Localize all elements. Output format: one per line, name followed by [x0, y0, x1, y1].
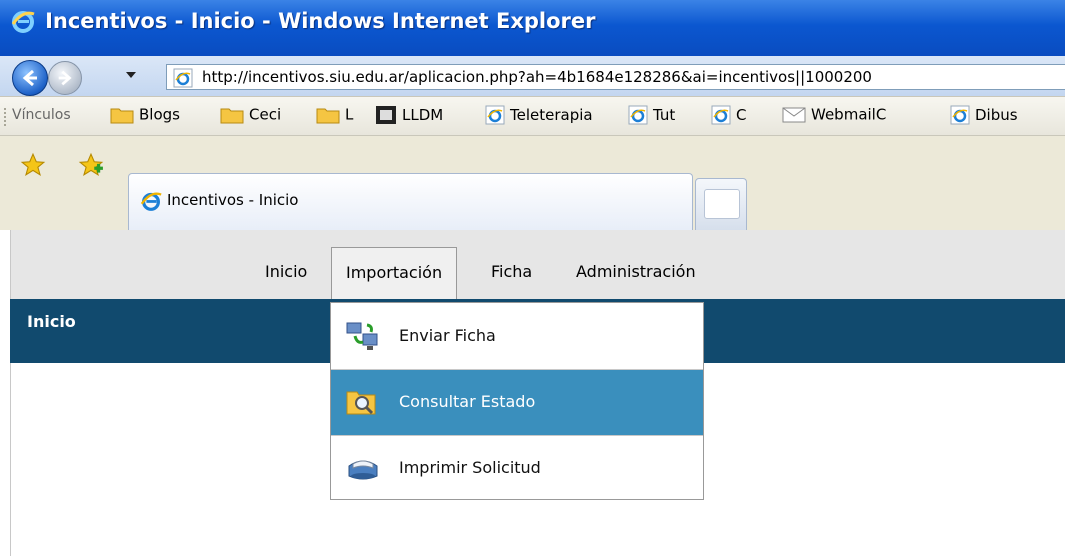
link-dibus[interactable]: Dibus	[950, 105, 1018, 127]
ie-page-icon	[628, 105, 648, 125]
link-tut[interactable]: Tut	[628, 105, 675, 127]
menu-inicio[interactable]: Inicio	[265, 262, 307, 281]
link-c[interactable]: C	[711, 105, 746, 127]
lldm-icon	[376, 106, 396, 124]
menu-importacion[interactable]: Importación	[331, 247, 458, 299]
history-dropdown-icon[interactable]	[126, 72, 136, 78]
address-bar: http://incentivos.siu.edu.ar/aplicacion.…	[0, 56, 1065, 96]
folder-search-icon	[346, 391, 376, 415]
internet-explorer-icon	[11, 11, 35, 33]
add-favorites-icon[interactable]	[78, 152, 104, 178]
tab-incentivos-inicio[interactable]: Incentivos - Inicio	[128, 173, 693, 230]
link-blogs[interactable]: Blogs	[110, 105, 180, 127]
app-menu-bar: Inicio Importación Ficha Administración	[10, 230, 1065, 299]
links-toolbar: Vínculos Blogs Ceci L LLDM Teleterapia T…	[0, 96, 1065, 136]
folder-icon	[110, 108, 134, 123]
toolbar-grip[interactable]	[4, 108, 8, 126]
ie-page-icon	[711, 105, 731, 125]
ie-page-icon	[950, 105, 970, 125]
internet-explorer-icon	[140, 192, 162, 211]
address-input[interactable]: http://incentivos.siu.edu.ar/aplicacion.…	[166, 64, 1065, 90]
link-lldm[interactable]: LLDM	[375, 105, 443, 127]
arrow-left-icon	[22, 69, 37, 87]
folder-icon	[316, 108, 340, 123]
tab-label: Incentivos - Inicio	[167, 191, 299, 209]
menu-item-imprimir-solicitud[interactable]: Imprimir Solicitud	[331, 436, 703, 501]
folder-icon	[220, 108, 244, 123]
menu-ficha[interactable]: Ficha	[491, 262, 532, 281]
new-tab-button[interactable]	[695, 178, 747, 230]
links-label: Vínculos	[12, 107, 71, 123]
section-title: Inicio	[27, 312, 76, 331]
favorites-star-icon[interactable]	[20, 152, 46, 178]
arrow-right-icon	[58, 70, 72, 86]
window-title: Incentivos - Inicio - Windows Internet E…	[45, 9, 596, 33]
link-ceci[interactable]: Ceci	[220, 105, 281, 127]
send-network-icon	[346, 322, 378, 350]
link-webmailc[interactable]: WebmailC	[782, 105, 886, 127]
ie-page-icon	[173, 68, 193, 88]
back-button[interactable]	[12, 60, 48, 96]
link-teleterapia[interactable]: Teleterapia	[485, 105, 593, 127]
printer-icon	[348, 460, 378, 480]
content-border	[10, 363, 11, 556]
importacion-dropdown: Enviar Ficha Consultar Estado Imprimir S…	[330, 302, 704, 500]
menu-item-enviar-ficha[interactable]: Enviar Ficha	[331, 304, 703, 369]
link-l[interactable]: L	[316, 105, 353, 127]
forward-button[interactable]	[48, 61, 82, 95]
menu-administracion[interactable]: Administración	[576, 262, 696, 281]
address-url: http://incentivos.siu.edu.ar/aplicacion.…	[202, 68, 872, 86]
new-tab-icon	[704, 189, 740, 219]
mail-icon	[782, 107, 806, 122]
ie-page-icon	[485, 105, 505, 125]
menu-item-consultar-estado[interactable]: Consultar Estado	[331, 370, 703, 435]
window-title-bar[interactable]: Incentivos - Inicio - Windows Internet E…	[0, 0, 1065, 56]
